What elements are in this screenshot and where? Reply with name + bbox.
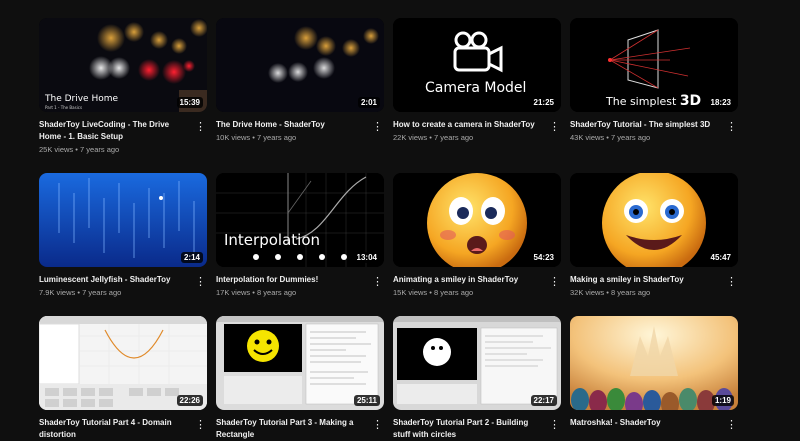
thumbnail-title-line1: The simplest (606, 95, 677, 108)
meta-separator: • (429, 133, 432, 142)
thumbnail-title-text: The simplest 3D (606, 93, 701, 109)
meta-separator: • (252, 133, 255, 142)
upload-age: 8 years ago (611, 288, 651, 297)
thumbnail-subtitle-text: Part 1 - The Basics (45, 105, 83, 110)
duration-badge: 22:26 (176, 395, 203, 406)
thumbnail-title-text: Interpolation (224, 231, 320, 249)
meta-separator: • (77, 288, 81, 297)
duration-badge: 2:01 (357, 97, 380, 108)
video-thumbnail[interactable]: Camera Model 21:25 (393, 18, 561, 112)
view-count: 17K views (216, 288, 251, 297)
more-options-icon[interactable]: ⋮ (372, 419, 383, 433)
video-thumbnail[interactable]: 2:14 (39, 173, 207, 267)
video-title[interactable]: ShaderToy LiveCoding - The Drive Home - … (39, 119, 187, 143)
meta-separator: • (75, 145, 78, 154)
upload-age: 7 years ago (611, 133, 651, 142)
view-count: 32K views (570, 288, 605, 297)
upload-age: 7 years ago (82, 288, 122, 297)
view-count: 25K views (39, 145, 74, 154)
upload-age: 8 years ago (257, 288, 297, 297)
duration-badge: 21:25 (530, 97, 557, 108)
upload-age: 7 years ago (80, 145, 120, 154)
video-meta: 7.9K views • 7 years ago (39, 288, 121, 298)
duration-badge: 25:11 (353, 395, 380, 406)
video-title[interactable]: Matroshka! - ShaderToy (570, 417, 718, 429)
video-title[interactable]: Animating a smiley in ShaderToy (393, 274, 541, 286)
more-options-icon[interactable]: ⋮ (549, 419, 560, 433)
video-title[interactable]: The Drive Home - ShaderToy (216, 119, 364, 131)
more-options-icon[interactable]: ⋮ (726, 419, 737, 433)
more-options-icon[interactable]: ⋮ (372, 121, 383, 135)
video-title[interactable]: Luminescent Jellyfish - ShaderToy (39, 274, 187, 286)
meta-separator: • (252, 288, 255, 297)
video-title[interactable]: Making a smiley in ShaderToy (570, 274, 718, 286)
video-meta: 10K views • 7 years ago (216, 133, 296, 143)
duration-badge: 1:19 (711, 395, 734, 406)
thumbnail-title-text: The Drive Home (45, 94, 119, 104)
meta-separator: • (606, 288, 609, 297)
video-title[interactable]: ShaderToy Tutorial Part 4 - Domain disto… (39, 417, 187, 441)
video-title[interactable]: ShaderToy Tutorial - The simplest 3D (570, 119, 718, 131)
more-options-icon[interactable]: ⋮ (195, 276, 206, 290)
video-meta: 15K views • 8 years ago (393, 288, 473, 298)
more-options-icon[interactable]: ⋮ (195, 121, 206, 135)
video-thumbnail[interactable]: 1:19 (570, 316, 738, 410)
video-grid: The Drive Home Part 1 - The Basics 15:39… (0, 0, 800, 439)
video-title[interactable]: ShaderToy Tutorial Part 3 - Making a Rec… (216, 417, 364, 441)
video-title[interactable]: ShaderToy Tutorial Part 2 - Building stu… (393, 417, 541, 441)
upload-age: 7 years ago (257, 133, 297, 142)
duration-badge: 54:23 (530, 252, 557, 263)
duration-badge: 45:47 (707, 252, 734, 263)
video-meta: 17K views • 8 years ago (216, 288, 296, 298)
view-count: 7.9K views (39, 288, 76, 297)
video-meta: 43K views • 7 years ago (570, 133, 650, 143)
video-thumbnail[interactable]: The Drive Home Part 1 - The Basics 15:39 (39, 18, 207, 112)
duration-badge: 22:17 (530, 395, 557, 406)
more-options-icon[interactable]: ⋮ (549, 121, 560, 135)
video-meta: 32K views • 8 years ago (570, 288, 650, 298)
video-meta: 25K views • 7 years ago (39, 145, 119, 155)
upload-age: 7 years ago (434, 133, 474, 142)
view-count: 10K views (216, 133, 251, 142)
meta-separator: • (429, 288, 432, 297)
video-title[interactable]: Interpolation for Dummies! (216, 274, 364, 286)
more-options-icon[interactable]: ⋮ (549, 276, 560, 290)
video-thumbnail[interactable]: Interpolation 13:04 (216, 173, 384, 267)
more-options-icon[interactable]: ⋮ (372, 276, 383, 290)
video-thumbnail[interactable]: 25:11 (216, 316, 384, 410)
duration-badge: 18:23 (707, 97, 734, 108)
video-thumbnail[interactable]: 54:23 (393, 173, 561, 267)
more-options-icon[interactable]: ⋮ (195, 419, 206, 433)
video-thumbnail[interactable]: 22:26 (39, 316, 207, 410)
more-options-icon[interactable]: ⋮ (726, 276, 737, 290)
meta-separator: • (606, 133, 609, 142)
view-count: 22K views (393, 133, 428, 142)
video-meta: 22K views • 7 years ago (393, 133, 473, 143)
thumbnail-title-text: Camera Model (425, 80, 527, 96)
video-title[interactable]: How to create a camera in ShaderToy (393, 119, 541, 131)
view-count: 15K views (393, 288, 428, 297)
duration-badge: 13:04 (353, 252, 380, 263)
video-thumbnail[interactable]: 2:01 (216, 18, 384, 112)
thumbnail-title-line2: 3D (679, 93, 702, 109)
upload-age: 8 years ago (434, 288, 474, 297)
view-count: 43K views (570, 133, 605, 142)
more-options-icon[interactable]: ⋮ (726, 121, 737, 135)
video-thumbnail[interactable]: The simplest 3D 18:23 (570, 18, 738, 112)
video-thumbnail[interactable]: 22:17 (393, 316, 561, 410)
duration-badge: 15:39 (176, 97, 203, 108)
duration-badge: 2:14 (180, 252, 203, 263)
video-thumbnail[interactable]: 45:47 (570, 173, 738, 267)
